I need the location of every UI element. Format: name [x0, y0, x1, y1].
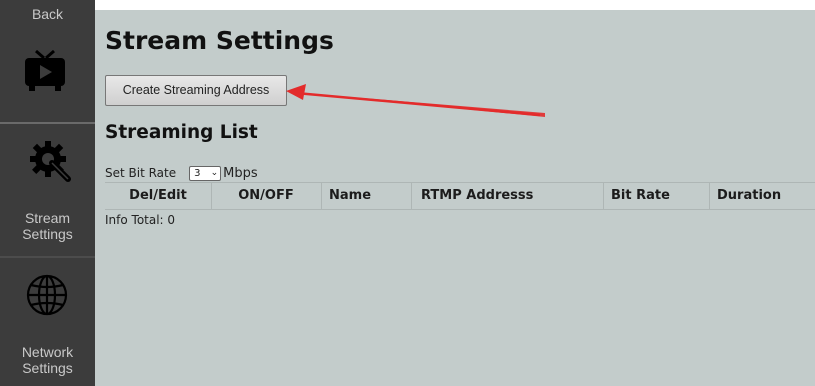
sidebar: Back Stream Settings Network Settings — [0, 0, 95, 386]
streaming-list-title: Streaming List — [105, 122, 258, 143]
column-separator — [709, 182, 710, 210]
sidebar-item-stream-settings[interactable]: Stream Settings — [0, 210, 95, 242]
bitrate-unit: Mbps — [223, 165, 258, 181]
chevron-down-icon: ⌄ — [210, 167, 219, 178]
sidebar-divider — [0, 122, 95, 124]
column-header-name: Name — [329, 188, 372, 203]
back-link[interactable]: Back — [0, 6, 95, 22]
column-separator — [411, 182, 412, 210]
create-streaming-address-button[interactable]: Create Streaming Address — [105, 75, 287, 106]
column-separator — [211, 182, 212, 210]
bitrate-select[interactable]: 3 ⌄ — [189, 165, 222, 181]
info-total: Info Total: 0 — [105, 213, 176, 227]
bitrate-label: Set Bit Rate — [105, 166, 177, 180]
sidebar-item-label: Settings — [22, 360, 73, 376]
page-title: Stream Settings — [105, 26, 334, 55]
column-header-duration: Duration — [717, 188, 782, 203]
sidebar-item-network-settings[interactable]: Network Settings — [0, 344, 95, 376]
sidebar-item-label: Stream — [24, 210, 71, 226]
column-separator — [603, 182, 604, 210]
column-header-bit-rate: Bit Rate — [611, 188, 670, 203]
bitrate-row: Set Bit Rate 3 ⌄ Mbps — [105, 164, 258, 182]
column-header-rtmp-address: RTMP Addresss — [421, 188, 534, 203]
tv-play-icon[interactable] — [23, 38, 67, 98]
sidebar-item-label: Network — [21, 344, 74, 360]
sidebar-item-label: Settings — [22, 226, 73, 242]
globe-icon[interactable] — [25, 273, 69, 317]
column-separator — [321, 182, 322, 210]
bitrate-value: 3 — [194, 167, 201, 179]
gear-wrench-icon[interactable] — [28, 135, 74, 185]
column-header-on-off: ON/OFF — [238, 188, 294, 203]
column-header-del-edit: Del/Edit — [129, 188, 187, 203]
main-content: Stream Settings Create Streaming Address… — [95, 10, 815, 386]
sidebar-divider — [0, 256, 95, 258]
